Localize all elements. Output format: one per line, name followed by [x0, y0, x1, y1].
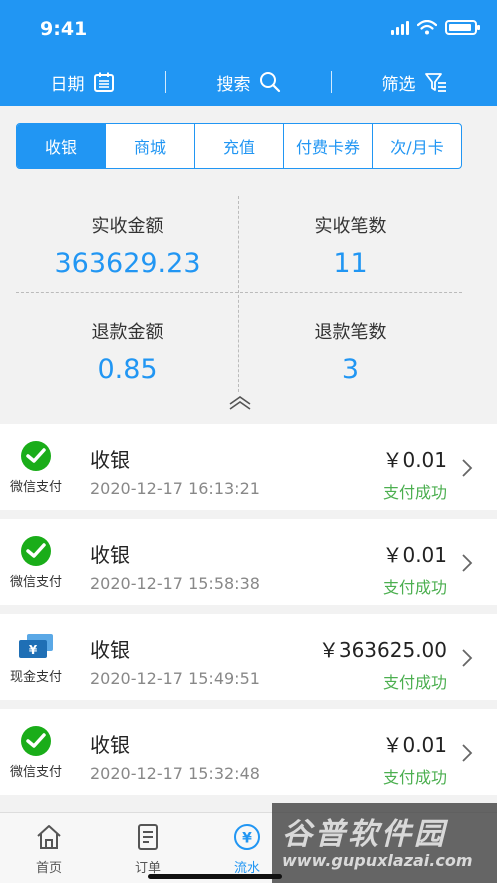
stat-label: 退款金额	[91, 322, 164, 343]
payment-method-label: 微信支付	[9, 575, 62, 590]
battery-icon	[445, 20, 480, 35]
stat-label: 实收金额	[91, 216, 164, 237]
transaction-amount: ￥0.01	[382, 448, 447, 472]
wechat-pay-icon	[21, 726, 51, 756]
transaction-title: 收银	[90, 448, 130, 472]
transaction-amount: ￥0.01	[382, 733, 447, 757]
status-bar: 9:41	[0, 0, 497, 58]
chevron-right-icon	[462, 744, 473, 762]
payment-method-label: 微信支付	[9, 480, 62, 495]
search-button[interactable]: 搜索	[166, 70, 331, 95]
transaction-title: 收银	[90, 543, 130, 567]
tab-times-monthly-card[interactable]: 次/月卡	[373, 124, 461, 168]
tab-paid-coupons[interactable]: 付费卡券	[284, 124, 373, 168]
watermark-logo: 谷普软件园	[282, 817, 447, 852]
yuan-flow-icon: ¥	[234, 824, 260, 850]
transaction-title: 收银	[90, 638, 130, 662]
transaction-time: 2020-12-17 16:13:21	[90, 479, 260, 498]
cellular-signal-icon	[391, 20, 409, 35]
top-toolbar: 日期 搜索 筛选	[0, 58, 497, 106]
cash-pay-icon: ¥	[19, 634, 53, 658]
transaction-title: 收银	[90, 733, 130, 757]
filter-label: 筛选	[381, 74, 416, 95]
transaction-status: 支付成功	[382, 673, 447, 692]
search-icon	[259, 72, 280, 93]
stat-value: 363629.23	[54, 248, 201, 279]
payment-method-label: 现金支付	[9, 670, 62, 685]
category-tabs: 收银 商城 充值 付费卡券 次/月卡	[16, 123, 462, 169]
chevron-right-icon	[462, 554, 473, 572]
search-label: 搜索	[216, 74, 251, 95]
date-button[interactable]: 日期	[0, 70, 165, 95]
transaction-row[interactable]: 微信支付 收银 2020-12-17 16:13:21 ￥0.01 支付成功	[0, 424, 497, 510]
status-icons	[391, 20, 480, 35]
stat-value: 0.85	[97, 354, 158, 385]
chevron-right-icon	[462, 459, 473, 477]
payment-method: 微信支付	[0, 535, 72, 590]
tab-recharge[interactable]: 充值	[195, 124, 284, 168]
transaction-amount: ￥363625.00	[318, 638, 447, 662]
transaction-time: 2020-12-17 15:49:51	[90, 669, 260, 688]
stat-actual-count: 实收笔数 11	[239, 212, 462, 279]
tabbar-orders[interactable]: 订单	[108, 823, 188, 876]
stat-label: 退款笔数	[314, 322, 387, 343]
stats-grid: 实收金额 363629.23 实收笔数 11 退款金额 0.85 退款笔数 3	[16, 196, 462, 392]
transaction-status: 支付成功	[382, 483, 447, 502]
stat-value: 3	[341, 354, 360, 385]
transaction-status: 支付成功	[382, 768, 447, 787]
stat-actual-amount: 实收金额 363629.23	[16, 212, 239, 279]
tabbar-home-label: 首页	[35, 861, 62, 876]
svg-text:¥: ¥	[29, 643, 38, 657]
watermark-url: www.gupuxlazai.com	[282, 851, 473, 870]
home-indicator[interactable]	[148, 874, 282, 879]
orders-icon	[138, 824, 158, 850]
collapse-chevron-up-icon[interactable]	[228, 395, 252, 411]
summary-panel: 收银 商城 充值 付费卡券 次/月卡 实收金额 363629.23 实收笔数 1…	[0, 106, 497, 424]
wechat-pay-icon	[21, 536, 51, 566]
wechat-pay-icon	[21, 441, 51, 471]
svg-text:¥: ¥	[242, 831, 252, 847]
filter-button[interactable]: 筛选	[332, 70, 497, 95]
home-icon	[37, 825, 61, 849]
transaction-row[interactable]: 微信支付 收银 2020-12-17 15:32:48 ￥0.01 支付成功	[0, 709, 497, 795]
tab-cashier[interactable]: 收银	[17, 124, 106, 168]
payment-method: 微信支付	[0, 725, 72, 780]
stat-refund-amount: 退款金额 0.85	[16, 318, 239, 385]
transaction-status: 支付成功	[382, 578, 447, 597]
transaction-time: 2020-12-17 15:58:38	[90, 574, 260, 593]
transaction-time: 2020-12-17 15:32:48	[90, 764, 260, 783]
wifi-icon	[417, 20, 437, 35]
payment-method: ¥ 现金支付	[0, 630, 72, 685]
transaction-amount: ￥0.01	[382, 543, 447, 567]
filter-icon	[424, 73, 446, 92]
transaction-row[interactable]: 微信支付 收银 2020-12-17 15:58:38 ￥0.01 支付成功	[0, 519, 497, 605]
tab-mall[interactable]: 商城	[106, 124, 195, 168]
stat-refund-count: 退款笔数 3	[239, 318, 462, 385]
date-label: 日期	[50, 74, 85, 95]
payment-method: 微信支付	[0, 440, 72, 495]
stat-value: 11	[333, 248, 368, 279]
payment-method-label: 微信支付	[9, 765, 62, 780]
watermark: 谷普软件园 www.gupuxlazai.com	[272, 803, 497, 883]
stats-divider-horizontal	[16, 292, 462, 293]
calendar-icon	[93, 72, 114, 92]
status-time: 9:41	[40, 18, 88, 40]
chevron-right-icon	[462, 649, 473, 667]
transaction-row[interactable]: ¥ 现金支付 收银 2020-12-17 15:49:51 ￥363625.00…	[0, 614, 497, 700]
stat-label: 实收笔数	[314, 216, 387, 237]
tabbar-home[interactable]: 首页	[9, 823, 89, 876]
